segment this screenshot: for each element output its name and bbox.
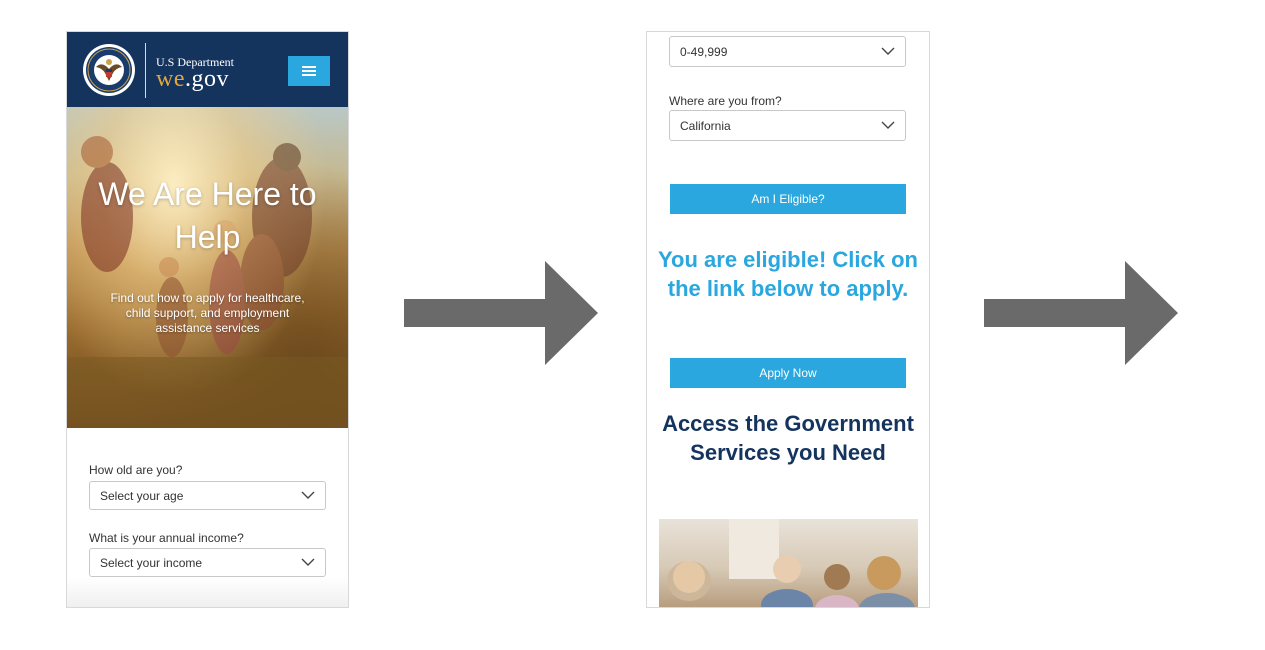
- location-select-value: California: [680, 119, 731, 133]
- income-label: What is your annual income?: [89, 531, 244, 545]
- family-photo: [667, 519, 915, 607]
- apply-now-button[interactable]: Apply Now: [670, 358, 906, 388]
- age-label: How old are you?: [89, 463, 183, 477]
- hamburger-menu-icon: [302, 66, 316, 68]
- hero-family-photo: [67, 136, 348, 428]
- income-select[interactable]: Select your income: [89, 548, 326, 577]
- chevron-down-icon: [301, 558, 315, 566]
- location-select[interactable]: California: [669, 110, 906, 141]
- header-divider: [145, 43, 146, 98]
- site-header: U.S Department we.gov: [67, 32, 348, 107]
- chevron-down-icon: [881, 121, 895, 129]
- chevron-down-icon: [881, 47, 895, 55]
- chevron-down-icon: [301, 491, 315, 499]
- phone-screen-eligibility: 0-49,999 Where are you from? California …: [646, 31, 930, 608]
- brand-name-accent: we: [156, 66, 185, 92]
- phone-screen-home: U.S Department we.gov We Are Here to Hel…: [66, 31, 349, 608]
- age-select-value: Select your age: [100, 489, 184, 503]
- scroll-fade: [67, 577, 348, 607]
- eligible-message: You are eligible! Click on the link belo…: [658, 247, 918, 301]
- right-arrow-icon: [404, 261, 598, 365]
- menu-button[interactable]: [288, 56, 330, 86]
- income-select-value: 0-49,999: [680, 45, 728, 59]
- right-arrow-icon: [984, 261, 1178, 365]
- eligibility-button[interactable]: Am I Eligible?: [670, 184, 906, 214]
- hero-subtitle: Find out how to apply for healthcare, ch…: [110, 291, 305, 335]
- services-heading: Access the Government Services you Need: [662, 411, 914, 465]
- income-select-value: Select your income: [100, 556, 203, 570]
- hamburger-menu-icon-bar: [302, 70, 316, 72]
- hero-title: We Are Here to Help: [98, 176, 317, 255]
- seal-logo-icon[interactable]: [82, 43, 136, 97]
- brand-name[interactable]: we.gov: [156, 66, 229, 93]
- location-label: Where are you from?: [669, 94, 782, 108]
- age-select[interactable]: Select your age: [89, 481, 326, 510]
- hero-banner: We Are Here to Help Find out how to appl…: [67, 107, 348, 428]
- income-select[interactable]: 0-49,999: [669, 36, 906, 67]
- brand-name-rest: .gov: [184, 66, 229, 92]
- hamburger-menu-icon-bar: [302, 74, 316, 76]
- services-photo: [659, 519, 918, 607]
